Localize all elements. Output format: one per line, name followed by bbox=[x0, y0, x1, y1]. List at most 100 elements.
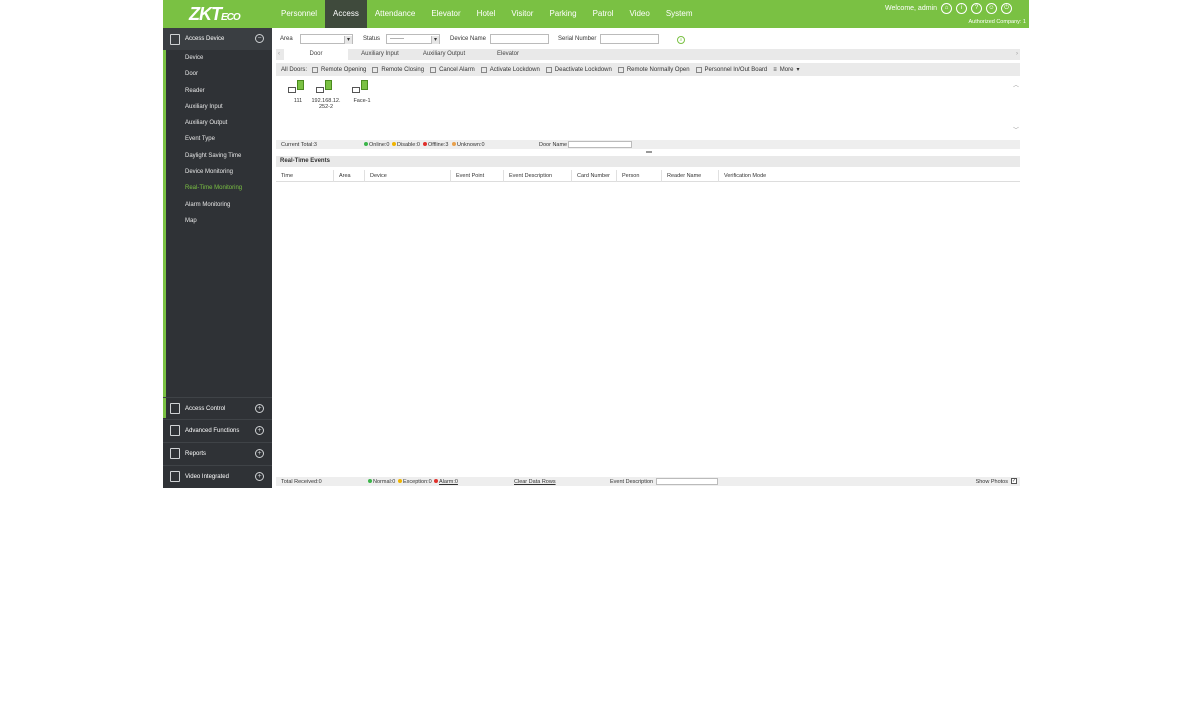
exception-dot-icon bbox=[398, 479, 402, 484]
alarm-dot-icon bbox=[434, 479, 438, 484]
unknown-dot-icon bbox=[452, 142, 456, 147]
tab-auxiliary-output[interactable]: Auxiliary Output bbox=[412, 49, 476, 60]
column-time[interactable]: Time bbox=[276, 170, 334, 182]
column-device[interactable]: Device bbox=[365, 170, 451, 182]
nav-elevator[interactable]: Elevator bbox=[423, 0, 468, 28]
sidebar-item-auxiliary-output[interactable]: Auxiliary Output bbox=[166, 115, 272, 131]
main-content: Area ▾ Status ------- ▾ Device Name Seri… bbox=[272, 28, 1029, 488]
sidebar-item-device[interactable]: Device bbox=[166, 50, 272, 66]
sidebar-item-auxiliary-input[interactable]: Auxiliary Input bbox=[166, 99, 272, 115]
door-label: 192.168.12.252-2 bbox=[311, 98, 341, 110]
tab-auxiliary-input[interactable]: Auxiliary Input bbox=[348, 49, 412, 60]
collapse-icon[interactable]: − bbox=[255, 34, 264, 43]
status-value: ------- bbox=[390, 36, 404, 42]
tab-scroll-right-icon[interactable]: › bbox=[1016, 51, 1018, 57]
nav-personnel[interactable]: Personnel bbox=[273, 0, 325, 28]
help-icon[interactable]: ? bbox=[971, 3, 982, 14]
door-item[interactable]: 192.168.12.252-2 bbox=[306, 80, 346, 110]
exception-count: Exception:0 bbox=[398, 479, 432, 485]
door-name-label: Door Name bbox=[539, 141, 568, 148]
sidebar-item-reader[interactable]: Reader bbox=[166, 83, 272, 99]
column-card-number[interactable]: Card Number bbox=[572, 170, 617, 182]
serial-number-label: Serial Number bbox=[558, 36, 597, 42]
info-icon[interactable]: i bbox=[956, 3, 967, 14]
column-reader-name[interactable]: Reader Name bbox=[662, 170, 719, 182]
door-name-input[interactable] bbox=[568, 141, 632, 148]
sidebar-section-reports[interactable]: Reports + bbox=[163, 442, 272, 464]
expand-icon[interactable]: + bbox=[255, 426, 264, 435]
sidebar-menu: Device Door Reader Auxiliary Input Auxil… bbox=[166, 50, 272, 229]
tab-door[interactable]: Door bbox=[284, 49, 348, 60]
door-close-icon bbox=[372, 66, 379, 73]
remote-opening-button[interactable]: Remote Opening bbox=[312, 66, 366, 73]
door-item[interactable]: Face-1 bbox=[342, 80, 382, 104]
nav-patrol[interactable]: Patrol bbox=[585, 0, 622, 28]
event-description-label: Event Description bbox=[610, 478, 654, 485]
user-icon[interactable]: ☺ bbox=[986, 3, 997, 14]
disable-dot-icon bbox=[392, 142, 396, 147]
scroll-up-icon[interactable]: ︿ bbox=[1012, 80, 1020, 89]
door-icon bbox=[314, 80, 338, 96]
current-total: Current Total:3 bbox=[281, 141, 317, 148]
sidebar-item-daylight-saving-time[interactable]: Daylight Saving Time bbox=[166, 148, 272, 164]
tab-elevator[interactable]: Elevator bbox=[476, 49, 540, 60]
column-event-description[interactable]: Event Description bbox=[504, 170, 572, 182]
unknown-count: Unknown:0 bbox=[452, 142, 485, 148]
sidebar-item-event-type[interactable]: Event Type bbox=[166, 131, 272, 147]
status-select[interactable]: ------- ▾ bbox=[386, 34, 440, 44]
sidebar-section-access-control[interactable]: Access Control + bbox=[163, 397, 272, 419]
expand-icon[interactable]: + bbox=[255, 449, 264, 458]
sidebar-item-alarm-monitoring[interactable]: Alarm Monitoring bbox=[166, 197, 272, 213]
nav-parking[interactable]: Parking bbox=[541, 0, 584, 28]
alarm-count[interactable]: Alarm:0 bbox=[434, 479, 458, 485]
area-field[interactable]: ▾ bbox=[300, 34, 353, 44]
nav-access[interactable]: Access bbox=[325, 0, 367, 28]
nav-attendance[interactable]: Attendance bbox=[367, 0, 423, 28]
sidebar-item-map[interactable]: Map bbox=[166, 213, 272, 229]
clear-data-rows-link[interactable]: Clear Data Rows bbox=[514, 479, 556, 485]
column-event-point[interactable]: Event Point bbox=[451, 170, 504, 182]
reports-icon bbox=[170, 448, 180, 459]
sidebar-section-access-device[interactable]: Access Device − bbox=[163, 28, 272, 50]
chevron-down-icon[interactable]: ▾ bbox=[431, 36, 439, 44]
all-doors-label: All Doors: bbox=[281, 66, 308, 73]
event-description-input[interactable] bbox=[656, 478, 718, 485]
serial-number-input[interactable] bbox=[600, 34, 659, 44]
search-icon[interactable]: ⌕ bbox=[677, 36, 685, 44]
nav-system[interactable]: System bbox=[658, 0, 701, 28]
nav-visitor[interactable]: Visitor bbox=[503, 0, 541, 28]
door-panel-scrollbar[interactable]: ︿ ﹀ bbox=[1012, 80, 1020, 134]
offline-count: Offline:3 bbox=[423, 142, 448, 148]
unlock-icon bbox=[545, 66, 552, 73]
column-verification-mode[interactable]: Verification Mode bbox=[719, 170, 1020, 182]
home-icon[interactable]: ⌂ bbox=[941, 3, 952, 14]
expand-icon[interactable]: + bbox=[255, 404, 264, 413]
remote-closing-button[interactable]: Remote Closing bbox=[372, 66, 424, 73]
sidebar-item-device-monitoring[interactable]: Device Monitoring bbox=[166, 164, 272, 180]
device-name-input[interactable] bbox=[490, 34, 549, 44]
activate-lockdown-button[interactable]: Activate Lockdown bbox=[480, 66, 540, 73]
nav-hotel[interactable]: Hotel bbox=[469, 0, 504, 28]
filter-bar: Area ▾ Status ------- ▾ Device Name Seri… bbox=[272, 32, 1029, 46]
expand-icon[interactable]: + bbox=[255, 472, 264, 481]
nav-video[interactable]: Video bbox=[621, 0, 657, 28]
cancel-alarm-button[interactable]: Cancel Alarm bbox=[430, 66, 475, 73]
column-area[interactable]: Area bbox=[334, 170, 365, 182]
sidebar-item-door[interactable]: Door bbox=[166, 66, 272, 82]
scroll-down-icon[interactable]: ﹀ bbox=[1012, 125, 1020, 134]
sidebar-section-label: Video Integrated bbox=[185, 473, 229, 480]
sidebar-section-video-integrated[interactable]: Video Integrated + bbox=[163, 465, 272, 487]
panel-splitter-handle[interactable] bbox=[646, 151, 652, 153]
sidebar-item-real-time-monitoring[interactable]: Real-Time Monitoring bbox=[166, 180, 272, 196]
area-dropdown-button[interactable]: ▾ bbox=[344, 36, 352, 44]
remote-normally-open-button[interactable]: Remote Normally Open bbox=[617, 66, 690, 73]
tab-scroll-left-icon[interactable]: ‹ bbox=[278, 51, 280, 57]
personnel-in-out-board-button[interactable]: Personnel In/Out Board bbox=[695, 66, 767, 73]
power-icon[interactable]: ⏻ bbox=[1001, 3, 1012, 14]
column-person[interactable]: Person bbox=[617, 170, 662, 182]
show-photos-checkbox[interactable]: ✓ bbox=[1011, 478, 1017, 484]
more-menu-button[interactable]: ≡ More ▾ bbox=[773, 66, 799, 74]
deactivate-lockdown-button[interactable]: Deactivate Lockdown bbox=[545, 66, 612, 73]
device-icon bbox=[170, 33, 180, 45]
sidebar-section-advanced-functions[interactable]: Advanced Functions + bbox=[163, 419, 272, 441]
